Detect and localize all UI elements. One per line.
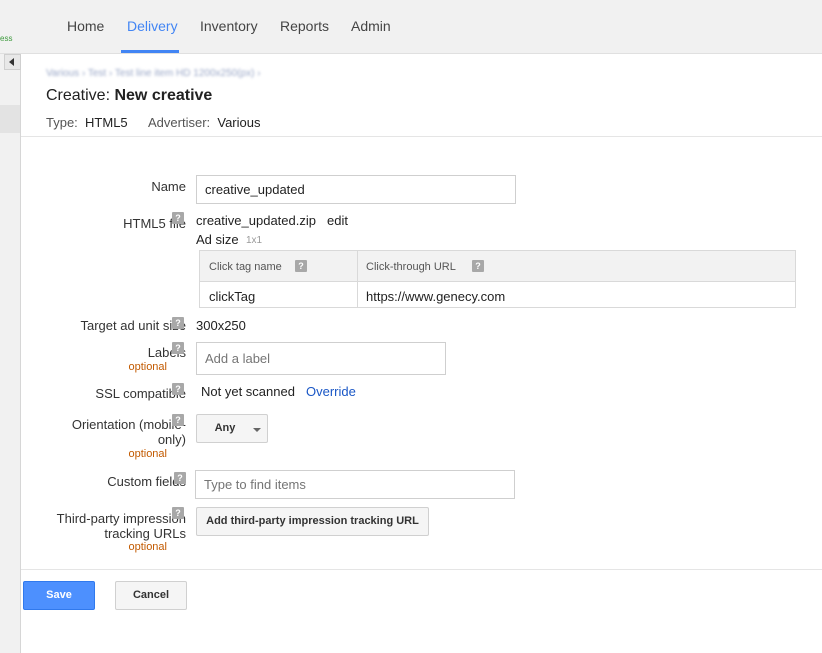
type-value: HTML5 <box>85 115 128 130</box>
help-icon[interactable]: ? <box>172 507 184 519</box>
cancel-button[interactable]: Cancel <box>115 581 187 610</box>
advertiser-label: Advertiser: <box>148 115 211 130</box>
help-icon[interactable]: ? <box>472 260 484 272</box>
header-divider <box>21 136 822 137</box>
page-title: Creative: New creative <box>46 87 212 105</box>
help-icon[interactable]: ? <box>174 472 186 484</box>
click-tag-table: Click tag name ? Click-through URL ? cli… <box>199 250 796 308</box>
dropdown-caret-icon <box>253 428 261 432</box>
table-column-divider <box>357 251 358 307</box>
type-meta: Type: HTML5 <box>46 115 128 130</box>
third-party-optional: optional <box>128 541 167 553</box>
nav-admin[interactable]: Admin <box>351 18 391 34</box>
labels-optional: optional <box>128 361 167 373</box>
page-title-name: New creative <box>114 87 213 104</box>
add-third-party-url-button[interactable]: Add third-party impression tracking URL <box>196 507 429 536</box>
name-input[interactable] <box>196 175 516 204</box>
help-icon[interactable]: ? <box>172 414 184 426</box>
ad-size-value: 1x1 <box>246 235 263 246</box>
nav-delivery[interactable]: Delivery <box>127 18 178 34</box>
ad-size-label: Ad size <box>196 232 239 247</box>
column-header-click-tag-name: Click tag name <box>209 261 282 273</box>
click-through-url-cell[interactable]: https://www.genecy.com <box>366 289 505 304</box>
custom-fields-input[interactable] <box>195 470 515 499</box>
ssl-override-link[interactable]: Override <box>306 384 356 399</box>
footer-divider <box>21 569 822 570</box>
page-title-prefix: Creative: <box>46 87 115 104</box>
nav-reports[interactable]: Reports <box>280 18 329 34</box>
orientation-label-line2: only) <box>157 432 186 447</box>
column-header-click-through-url: Click-through URL <box>366 261 456 273</box>
help-icon[interactable]: ? <box>172 342 184 354</box>
help-icon[interactable]: ? <box>172 383 184 395</box>
collapse-arrow-icon[interactable] <box>4 54 21 70</box>
orientation-dropdown[interactable]: Any <box>196 414 268 443</box>
help-icon[interactable]: ? <box>295 260 307 272</box>
breadcrumb[interactable]: Various › Test › Test line item HD 1200x… <box>46 68 261 79</box>
html5-file-name: creative_updated.zip <box>196 213 316 228</box>
top-nav-bar: ess Home Delivery Inventory Reports Admi… <box>0 0 822 54</box>
help-icon[interactable]: ? <box>172 317 184 329</box>
name-label: Name <box>151 179 186 194</box>
orientation-label-line1: Orientation (mobile- <box>71 417 186 432</box>
rail-selected-item[interactable] <box>0 105 20 133</box>
click-tag-name-cell: clickTag <box>209 289 256 304</box>
advertiser-value: Various <box>217 115 261 130</box>
active-tab-indicator <box>121 50 179 53</box>
third-party-label-line2: tracking URLs <box>104 526 186 541</box>
html5-file-edit-link[interactable]: edit <box>327 213 348 228</box>
orientation-optional: optional <box>128 448 167 460</box>
advertiser-meta: Advertiser: Various <box>148 115 261 130</box>
nav-home[interactable]: Home <box>67 18 104 34</box>
labels-input[interactable] <box>196 342 446 375</box>
nav-inventory[interactable]: Inventory <box>200 18 258 34</box>
type-label: Type: <box>46 115 78 130</box>
orientation-selected-value: Any <box>214 422 236 434</box>
help-icon[interactable]: ? <box>172 212 184 224</box>
left-rail <box>0 54 21 653</box>
save-button[interactable]: Save <box>23 581 95 610</box>
target-ad-unit-size-value: 300x250 <box>196 318 246 333</box>
target-ad-unit-size-label: Target ad unit size <box>80 318 186 333</box>
third-party-label-line1: Third-party impression <box>56 511 186 526</box>
sidebar-fragment-text: ess <box>0 34 13 43</box>
click-tag-table-header <box>200 251 795 282</box>
ssl-status: Not yet scanned <box>201 384 295 399</box>
